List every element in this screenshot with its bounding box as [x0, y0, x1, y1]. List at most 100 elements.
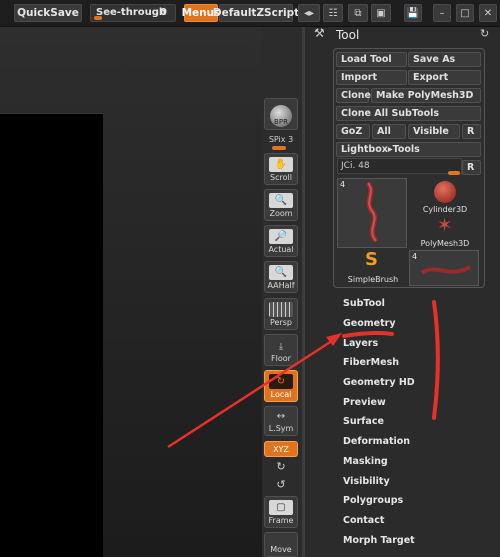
tool-thumb-cylinder3d[interactable]: Cylinder3D — [409, 178, 479, 216]
lightbox-tools-button[interactable]: Lightbox▸Tools — [336, 142, 481, 157]
zoom-button[interactable]: 🔍 Zoom — [264, 189, 298, 221]
cylinder3d-label: Cylinder3D — [422, 205, 468, 214]
save-icon[interactable]: 💾 — [404, 4, 422, 22]
menu-geometry[interactable]: Geometry — [343, 318, 396, 329]
menu-subtool[interactable]: SubTool — [343, 298, 385, 309]
tool-thumb-chain-small[interactable]: 4 — [409, 250, 479, 286]
aahalf-icon: 🔍 — [269, 265, 293, 280]
tool-panel-title: Tool — [336, 28, 360, 42]
frame-label: Frame — [268, 516, 294, 525]
spix-value: 3 — [288, 135, 294, 144]
dock-arrows-icon[interactable]: ◂▸ — [298, 4, 320, 22]
floor-label: Floor — [271, 354, 291, 363]
cylinder-icon — [434, 181, 456, 203]
see-through-label: See-through — [96, 7, 167, 18]
persp-button[interactable]: Persp — [264, 298, 298, 330]
save-as-button[interactable]: Save As — [408, 52, 481, 67]
close-icon[interactable]: ✕ — [479, 4, 497, 22]
chain-mesh-icon — [365, 181, 379, 243]
export-button[interactable]: Export — [408, 70, 481, 85]
bpr-label: BPR — [274, 118, 288, 126]
bpr-button[interactable]: BPR — [264, 98, 298, 130]
simplebrush-label: SimpleBrush — [347, 275, 399, 284]
current-tool-knob[interactable] — [448, 171, 460, 175]
import-button[interactable]: Import — [336, 70, 407, 85]
xyz-label: XYZ — [273, 444, 289, 454]
clone-all-subtools-button[interactable]: Clone All SubTools — [336, 106, 481, 121]
current-tool-slider[interactable]: JCi. 48 — [337, 158, 462, 174]
star-icon: ✶ — [437, 215, 453, 236]
menu-preview[interactable]: Preview — [343, 397, 386, 408]
goz-visible-button[interactable]: Visible — [408, 124, 460, 139]
menu-masking[interactable]: Masking — [343, 456, 388, 467]
xyz-button[interactable]: XYZ — [264, 441, 298, 457]
see-through-slider[interactable]: See-through 0 — [90, 4, 176, 22]
default-zscript-button[interactable]: DefaultZScript — [213, 4, 299, 22]
polymesh3d-label: PolyMesh3D — [420, 239, 470, 248]
minimize-icon[interactable]: – — [433, 4, 451, 22]
palette-icon[interactable]: ▣ — [371, 4, 391, 22]
menu-contact[interactable]: Contact — [343, 515, 384, 526]
goz-r-button[interactable]: R — [462, 124, 481, 139]
see-through-value: 0 — [160, 7, 167, 18]
rotate-y-icon[interactable]: ↻ — [264, 460, 298, 473]
spix-slider[interactable]: SPix 3 — [264, 135, 298, 144]
top-toolbar: QuickSave See-through 0 Menus DefaultZSc… — [0, 0, 500, 27]
move-label: Move — [270, 545, 292, 554]
layout-icon[interactable]: ☷ — [323, 4, 343, 22]
aahalf-label: AAHalf — [267, 281, 295, 290]
actual-size-icon: 🔎 — [269, 229, 293, 244]
goz-button[interactable]: GoZ — [336, 124, 370, 139]
tool-thumb-polymesh3d[interactable]: ✶ PolyMesh3D — [409, 215, 479, 249]
local-label: Local — [270, 390, 292, 399]
window-icon[interactable]: ⧉ — [348, 4, 368, 22]
simplebrush-s-icon: S — [365, 249, 378, 270]
refresh-icon[interactable]: ↻ — [480, 27, 489, 40]
perspective-grid-icon — [269, 302, 293, 317]
frame-button[interactable]: ▢ Frame — [264, 496, 298, 528]
menu-fibermesh[interactable]: FiberMesh — [343, 357, 399, 368]
symmetry-arrows-icon: ↔ — [276, 411, 286, 422]
tool-slider-r-button[interactable]: R — [462, 160, 481, 175]
see-through-knob[interactable] — [94, 16, 102, 20]
tool-thumb-active[interactable]: 4 — [337, 178, 407, 248]
spix-label: SPix — [268, 135, 286, 144]
frame-icon: ▢ — [269, 500, 293, 515]
rotate-z-icon[interactable]: ↺ — [264, 478, 298, 491]
lsym-button[interactable]: ↔ L.Sym — [264, 406, 298, 436]
menu-polygroups[interactable]: Polygroups — [343, 495, 403, 506]
document-canvas[interactable] — [0, 113, 103, 557]
zoom-label: Zoom — [269, 209, 293, 218]
scroll-button[interactable]: ✋ Scroll — [264, 153, 298, 185]
actual-label: Actual — [268, 245, 294, 254]
floor-button[interactable]: ⤓ Floor — [264, 334, 298, 366]
menu-visibility[interactable]: Visibility — [343, 476, 390, 487]
menu-geometry-hd[interactable]: Geometry HD — [343, 377, 415, 388]
chain-small-icon — [420, 265, 472, 275]
quicksave-button[interactable]: QuickSave — [14, 4, 82, 22]
floor-icon: ⤓ — [279, 342, 283, 352]
goz-all-button[interactable]: All — [372, 124, 406, 139]
scroll-label: Scroll — [270, 173, 292, 182]
aahalf-button[interactable]: 🔍 AAHalf — [264, 261, 298, 293]
maximize-icon[interactable]: □ — [456, 4, 474, 22]
local-rotate-icon: ↻ — [269, 374, 293, 389]
make-polymesh3d-button[interactable]: Make PolyMesh3D — [371, 88, 481, 103]
persp-label: Persp — [270, 318, 292, 327]
local-button[interactable]: ↻ Local — [264, 370, 298, 402]
load-tool-button[interactable]: Load Tool — [336, 52, 407, 67]
menu-morph-target[interactable]: Morph Target — [343, 535, 415, 546]
clone-button[interactable]: Clone — [336, 88, 371, 103]
menu-surface[interactable]: Surface — [343, 416, 384, 427]
menu-deformation[interactable]: Deformation — [343, 436, 410, 447]
tool-panel-header[interactable]: ⚒ Tool ↻ — [308, 26, 498, 45]
hand-icon: ✋ — [269, 157, 293, 172]
spix-knob[interactable] — [272, 146, 286, 150]
menu-layers[interactable]: Layers — [343, 338, 378, 349]
current-tool-label: JCi. 48 — [341, 161, 370, 171]
move-button[interactable]: Move — [264, 532, 298, 557]
wrench-icon: ⚒ — [314, 26, 325, 40]
magnifier-icon: 🔍 — [269, 193, 293, 208]
actual-button[interactable]: 🔎 Actual — [264, 225, 298, 257]
tool-thumb-simplebrush[interactable]: S SimpleBrush — [337, 249, 407, 286]
